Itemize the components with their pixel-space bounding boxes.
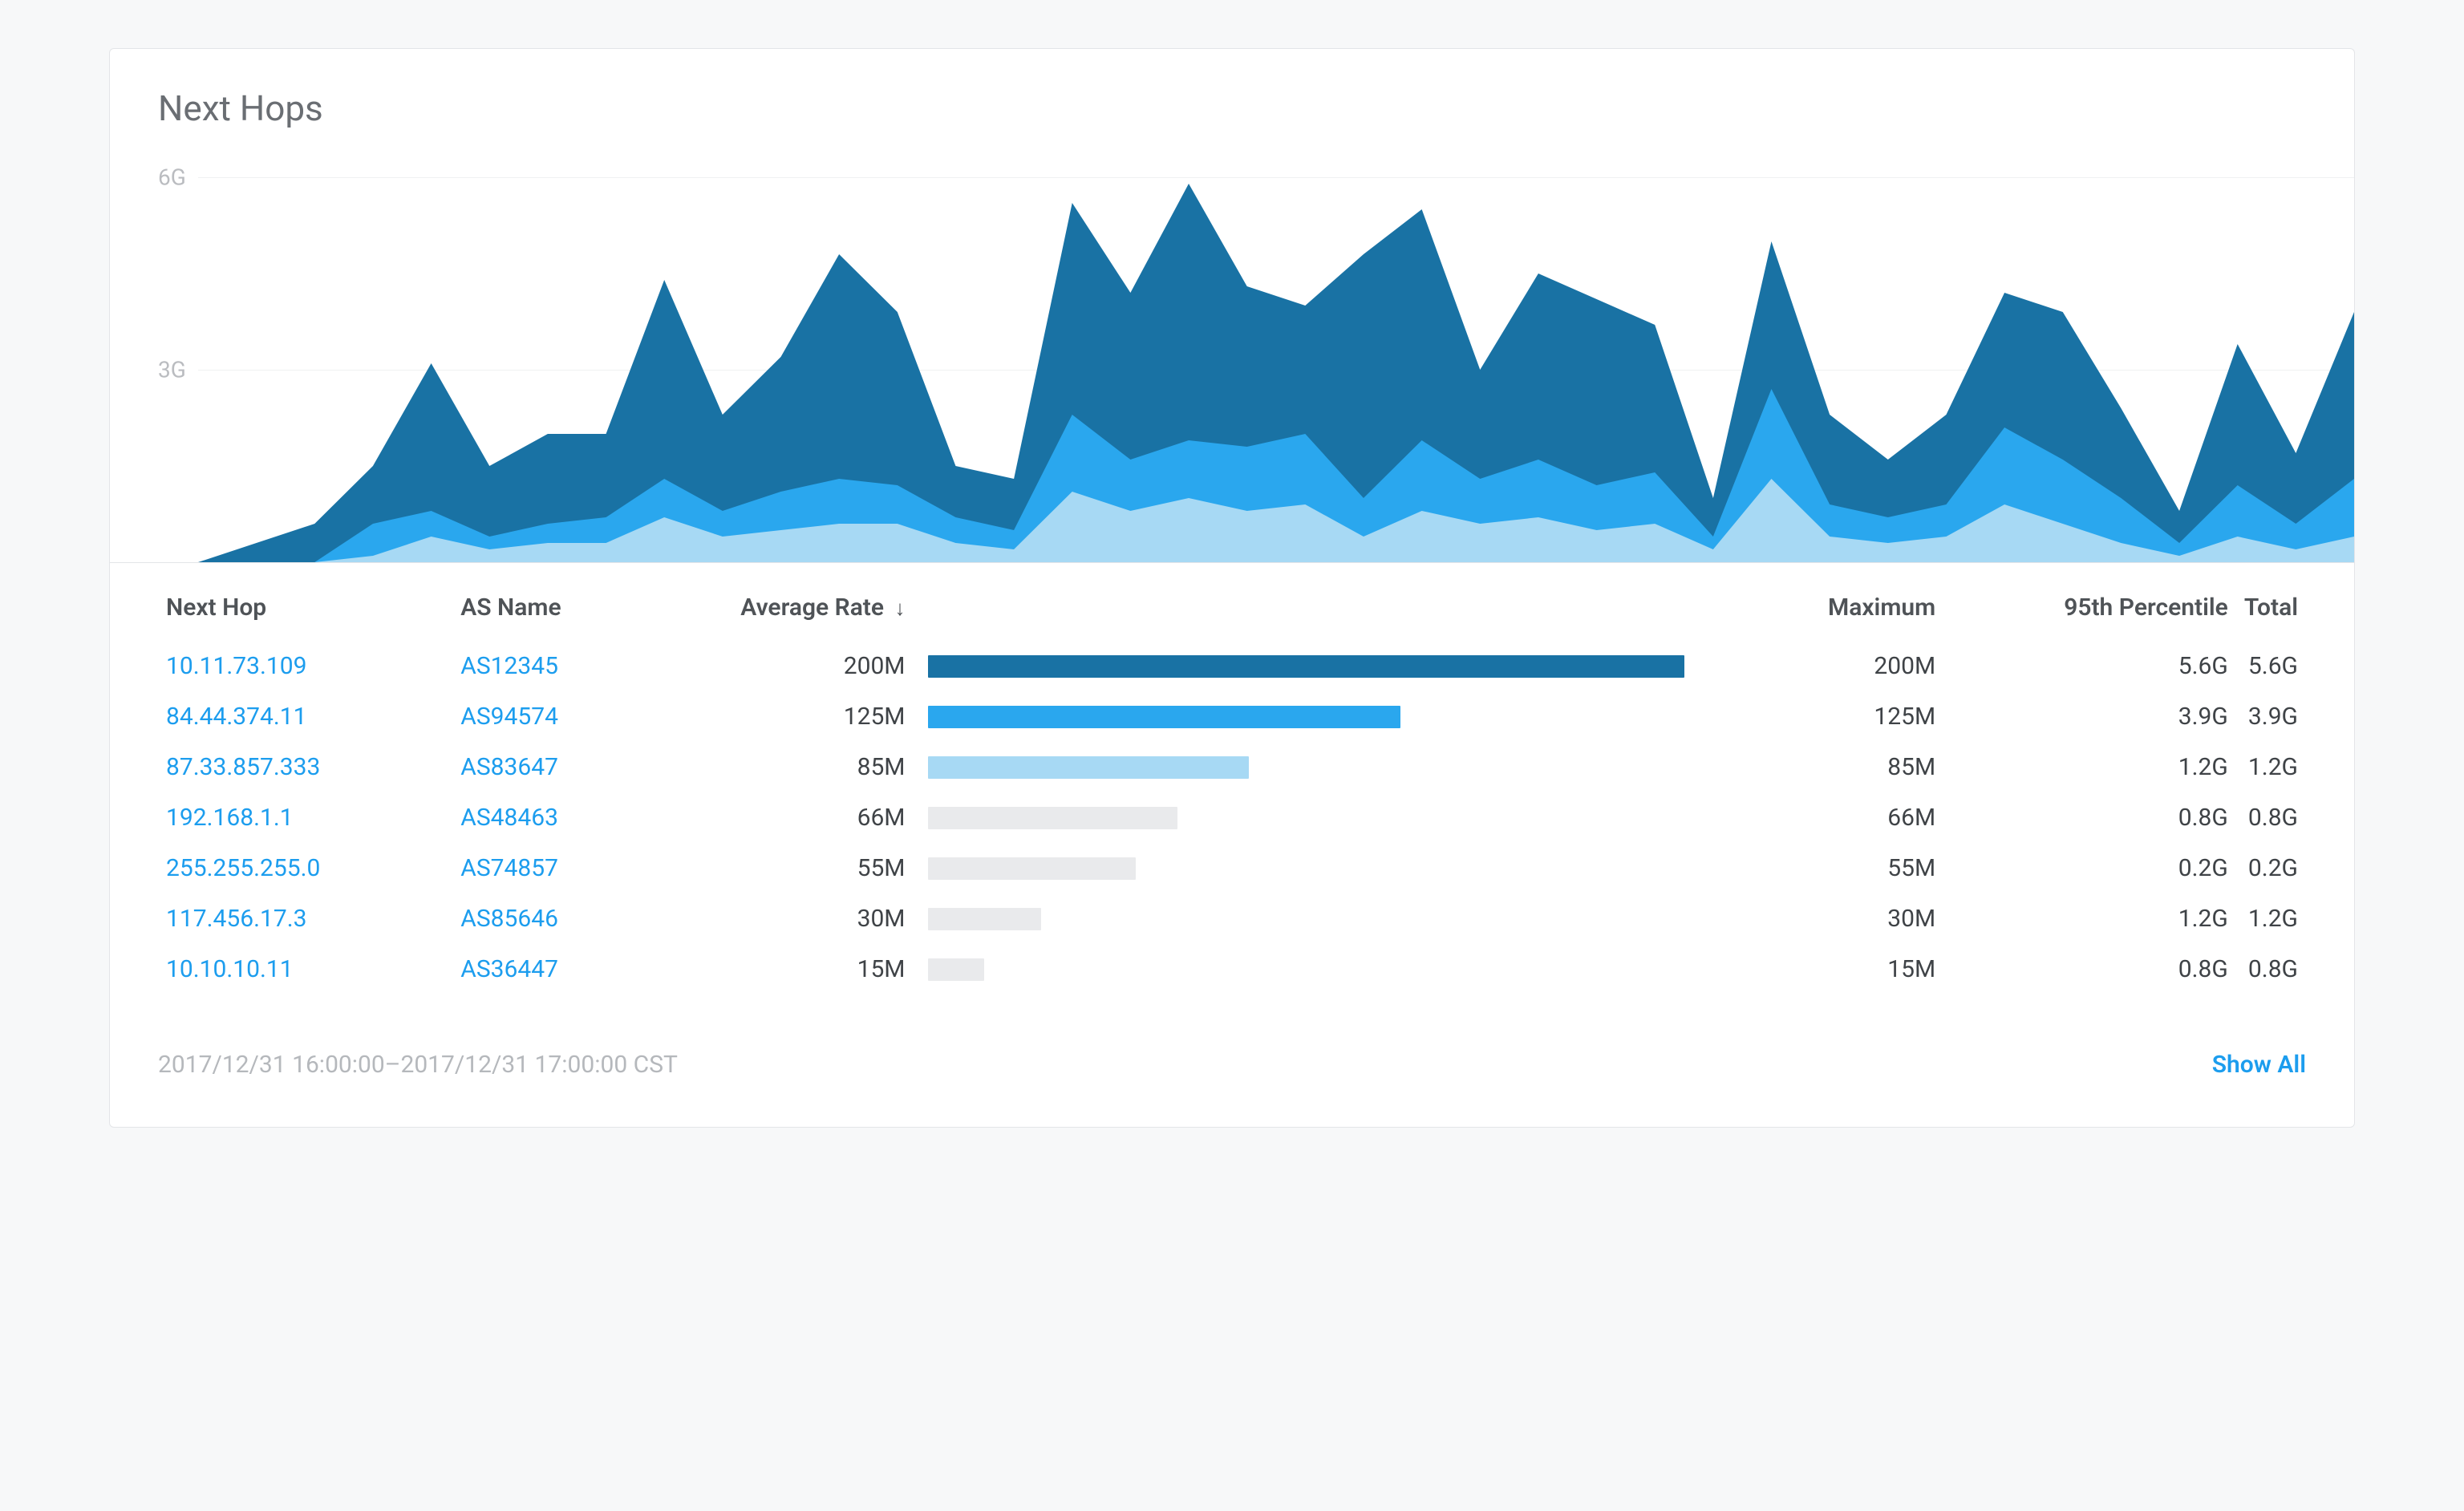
as-name-link[interactable]: AS83647 [460, 753, 558, 781]
next-hops-card: Next Hops 3G 6G Next Hop AS Name Average … [109, 48, 2355, 1128]
next-hop-link[interactable]: 84.44.374.11 [166, 703, 306, 731]
avg-rate-value: 30M [703, 893, 913, 944]
table-row: 192.168.1.1AS4846366M66M0.8G0.8G [158, 792, 2306, 843]
as-name-link[interactable]: AS85646 [460, 905, 558, 933]
card-footer: 2017/12/31 16:00:00–2017/12/31 17:00:00 … [110, 1019, 2354, 1127]
p95-value: 1.2G [1943, 742, 2236, 792]
next-hops-table: Next Hop AS Name Average Rate ↓ Maximum … [158, 563, 2306, 995]
table-row: 10.11.73.109AS12345200M200M5.6G5.6G [158, 641, 2306, 691]
col-header-bar [914, 563, 1692, 641]
y-axis-tick: 6G [158, 164, 186, 191]
col-header-avg-rate-label: Average Rate [740, 593, 884, 622]
card-header: Next Hops [110, 49, 2354, 129]
next-hop-link[interactable]: 10.10.10.11 [166, 955, 294, 983]
rate-bar [928, 857, 1684, 880]
as-name-link[interactable]: AS94574 [460, 703, 558, 731]
time-range-label: 2017/12/31 16:00:00–2017/12/31 17:00:00 … [158, 1051, 678, 1079]
max-value: 66M [1692, 792, 1944, 843]
area-chart-svg [198, 145, 2354, 562]
total-value: 3.9G [2236, 691, 2306, 742]
p95-value: 0.8G [1943, 944, 2236, 995]
col-header-nexthop-label: Next Hop [166, 593, 266, 622]
avg-rate-value: 125M [703, 691, 913, 742]
rate-bar-fill [928, 958, 985, 981]
p95-value: 3.9G [1943, 691, 2236, 742]
rate-bar [928, 807, 1684, 829]
max-value: 30M [1692, 893, 1944, 944]
rate-bar-fill [928, 756, 1250, 779]
max-value: 55M [1692, 843, 1944, 893]
col-header-p95[interactable]: 95th Percentile [1943, 563, 2236, 641]
table-header-row: Next Hop AS Name Average Rate ↓ Maximum … [158, 563, 2306, 641]
rate-bar-fill [928, 857, 1136, 880]
rate-bar [928, 908, 1684, 930]
table-row: 87.33.857.333AS8364785M85M1.2G1.2G [158, 742, 2306, 792]
rate-bar [928, 756, 1684, 779]
rate-bar-fill [928, 655, 1684, 678]
col-header-total-label: Total [2244, 593, 2298, 622]
total-value: 0.2G [2236, 843, 2306, 893]
rate-bar-fill [928, 706, 1400, 728]
avg-rate-value: 55M [703, 843, 913, 893]
table-row: 255.255.255.0AS7485755M55M0.2G0.2G [158, 843, 2306, 893]
as-name-link[interactable]: AS12345 [460, 652, 558, 680]
avg-rate-value: 85M [703, 742, 913, 792]
card-title: Next Hops [158, 87, 2306, 129]
p95-value: 1.2G [1943, 893, 2236, 944]
table-row: 117.456.17.3AS8564630M30M1.2G1.2G [158, 893, 2306, 944]
max-value: 200M [1692, 641, 1944, 691]
col-header-total[interactable]: Total [2236, 563, 2306, 641]
table-row: 10.10.10.11AS3644715M15M0.8G0.8G [158, 944, 2306, 995]
p95-value: 0.8G [1943, 792, 2236, 843]
as-name-link[interactable]: AS74857 [460, 854, 558, 882]
table-wrapper: Next Hop AS Name Average Rate ↓ Maximum … [110, 562, 2354, 1019]
col-header-asname-label: AS Name [460, 593, 561, 622]
col-header-max-label: Maximum [1828, 593, 1935, 622]
total-value: 1.2G [2236, 742, 2306, 792]
next-hop-link[interactable]: 192.168.1.1 [166, 804, 294, 832]
area-chart: 3G 6G [110, 145, 2354, 562]
col-header-asname[interactable]: AS Name [452, 563, 703, 641]
max-value: 125M [1692, 691, 1944, 742]
rate-bar [928, 655, 1684, 678]
as-name-link[interactable]: AS36447 [460, 955, 558, 983]
rate-bar [928, 706, 1684, 728]
total-value: 0.8G [2236, 944, 2306, 995]
avg-rate-value: 200M [703, 641, 913, 691]
total-value: 1.2G [2236, 893, 2306, 944]
p95-value: 5.6G [1943, 641, 2236, 691]
p95-value: 0.2G [1943, 843, 2236, 893]
show-all-link[interactable]: Show All [2212, 1051, 2306, 1079]
avg-rate-value: 66M [703, 792, 913, 843]
col-header-p95-label: 95th Percentile [2064, 593, 2228, 622]
rate-bar-fill [928, 908, 1041, 930]
next-hop-link[interactable]: 117.456.17.3 [166, 905, 306, 933]
next-hop-link[interactable]: 255.255.255.0 [166, 854, 320, 882]
sort-desc-icon: ↓ [895, 596, 906, 621]
rate-bar-fill [928, 807, 1177, 829]
rate-bar [928, 958, 1684, 981]
col-header-avg-rate[interactable]: Average Rate ↓ [703, 563, 913, 641]
total-value: 0.8G [2236, 792, 2306, 843]
next-hop-link[interactable]: 87.33.857.333 [166, 753, 320, 781]
max-value: 85M [1692, 742, 1944, 792]
avg-rate-value: 15M [703, 944, 913, 995]
col-header-max[interactable]: Maximum [1692, 563, 1944, 641]
as-name-link[interactable]: AS48463 [460, 804, 558, 832]
total-value: 5.6G [2236, 641, 2306, 691]
col-header-nexthop[interactable]: Next Hop [158, 563, 452, 641]
table-row: 84.44.374.11AS94574125M125M3.9G3.9G [158, 691, 2306, 742]
max-value: 15M [1692, 944, 1944, 995]
next-hop-link[interactable]: 10.11.73.109 [166, 652, 306, 680]
y-axis-tick: 3G [158, 357, 186, 383]
